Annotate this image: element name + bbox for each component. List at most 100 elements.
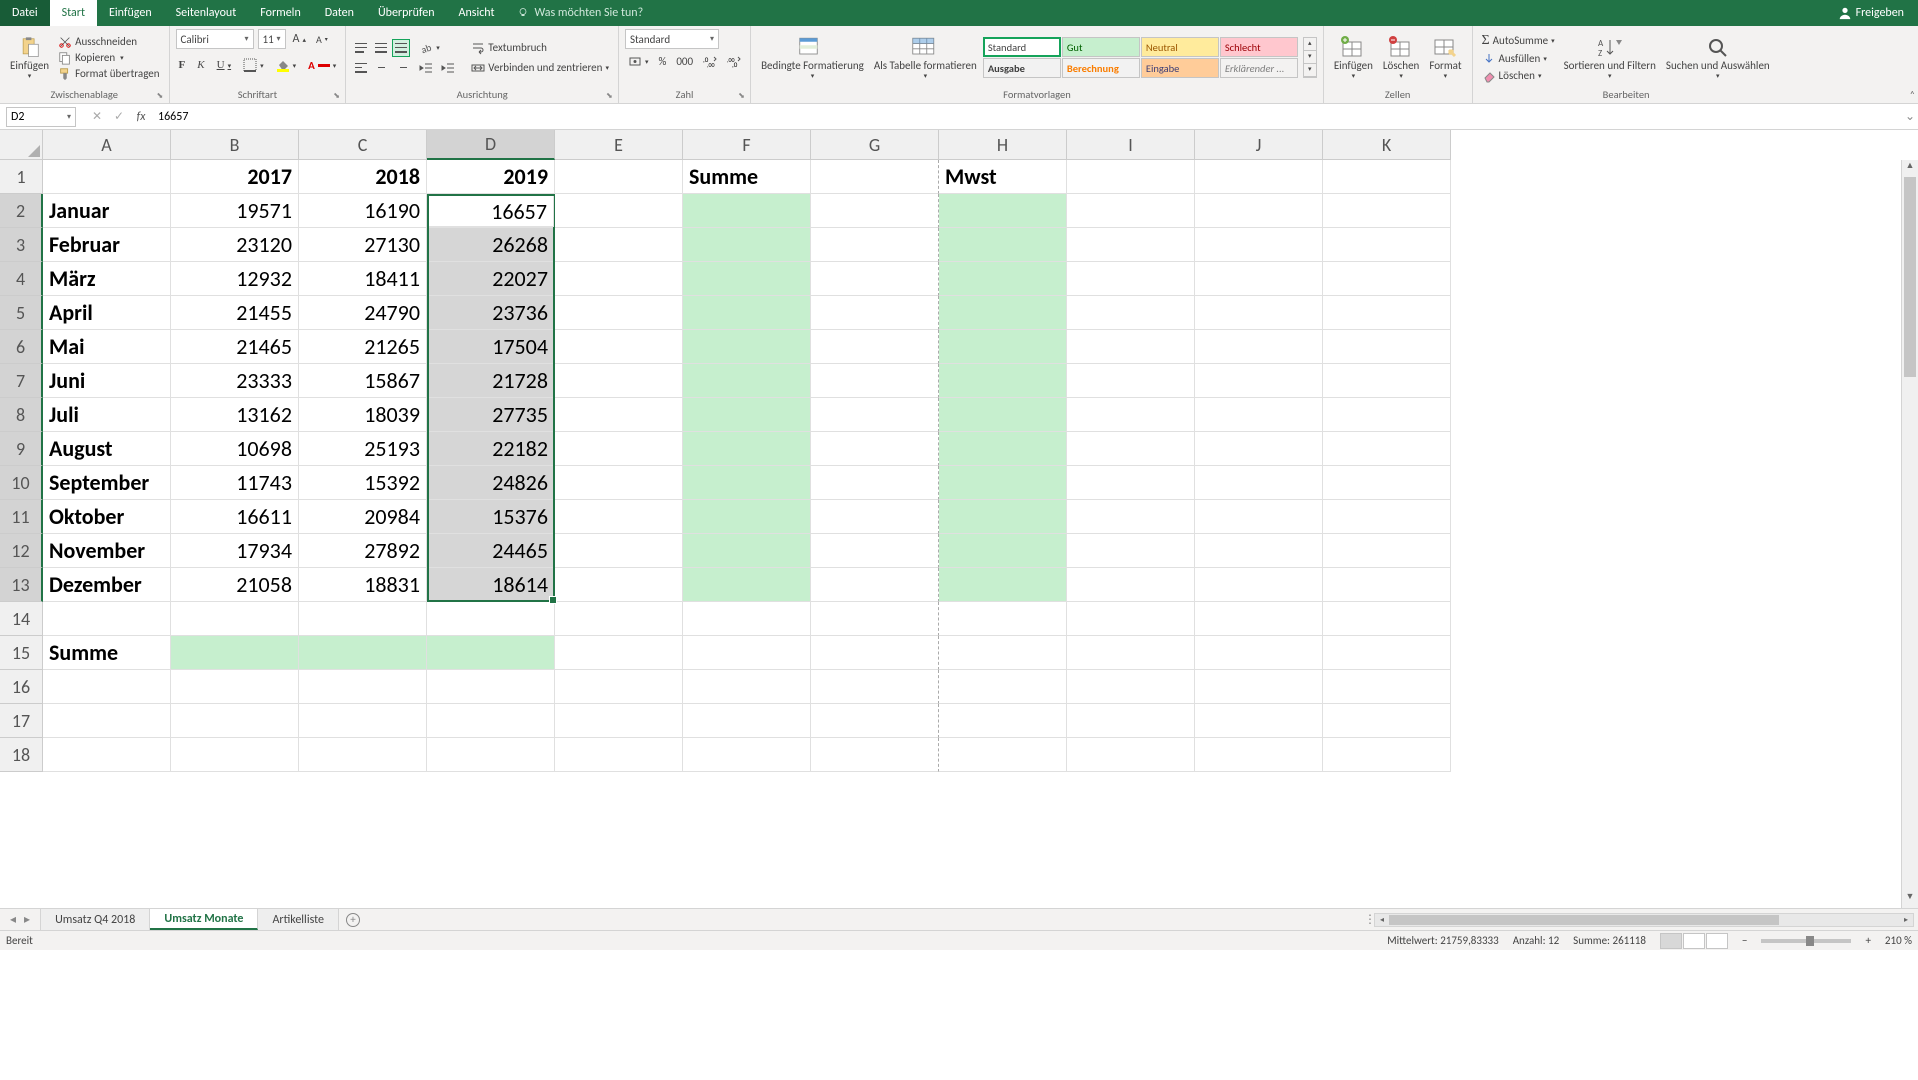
cells-area[interactable]: 201720182019SummeMwstJanuar1957116190166… — [43, 160, 1451, 772]
italic-button[interactable]: K — [194, 58, 207, 72]
column-header-F[interactable]: F — [683, 130, 811, 160]
cancel-formula-button[interactable]: ✕ — [86, 109, 108, 124]
cell[interactable] — [1067, 568, 1195, 602]
cell[interactable]: 23333 — [171, 364, 299, 398]
font-launcher[interactable]: ⬊ — [333, 91, 343, 101]
cell[interactable] — [811, 670, 939, 704]
cell[interactable] — [939, 602, 1067, 636]
cell[interactable] — [555, 602, 683, 636]
cell[interactable] — [1067, 364, 1195, 398]
cell[interactable] — [1323, 296, 1451, 330]
cell[interactable] — [683, 500, 811, 534]
row-header-13[interactable]: 13 — [0, 568, 43, 602]
cell[interactable] — [1323, 466, 1451, 500]
style-gut[interactable]: Gut — [1062, 37, 1140, 57]
row-header-2[interactable]: 2 — [0, 194, 43, 228]
cell[interactable] — [1067, 194, 1195, 228]
cell[interactable]: 24790 — [299, 296, 427, 330]
find-select-button[interactable]: Suchen und Auswählen▾ — [1662, 34, 1774, 82]
cell[interactable]: September — [43, 466, 171, 500]
cell[interactable] — [1067, 704, 1195, 738]
cell[interactable] — [683, 704, 811, 738]
decrease-font-button[interactable]: A▾ — [313, 29, 331, 49]
row-header-1[interactable]: 1 — [0, 160, 43, 194]
cell[interactable] — [1195, 704, 1323, 738]
cell[interactable] — [555, 738, 683, 772]
cell[interactable] — [811, 330, 939, 364]
cell[interactable] — [1067, 398, 1195, 432]
row-header-18[interactable]: 18 — [0, 738, 43, 772]
number-format-combo[interactable]: Standard▾ — [625, 29, 719, 49]
align-middle-button[interactable] — [372, 39, 390, 57]
tellme-search[interactable]: Was möchten Sie tun? — [517, 6, 644, 20]
cut-button[interactable]: Ausschneiden — [55, 34, 162, 50]
fill-color-button[interactable]: ▾ — [273, 57, 300, 73]
column-header-H[interactable]: H — [939, 130, 1067, 160]
cell[interactable] — [939, 466, 1067, 500]
cell[interactable]: 18831 — [299, 568, 427, 602]
number-launcher[interactable]: ⬊ — [738, 91, 748, 101]
cell[interactable] — [1323, 704, 1451, 738]
style-erklarend[interactable]: Erklärender ... — [1220, 58, 1298, 78]
style-gallery-more[interactable]: ▴▾▾ — [1303, 37, 1317, 78]
cell[interactable]: 22182 — [427, 432, 555, 466]
cell[interactable]: Februar — [43, 228, 171, 262]
cell[interactable] — [1323, 670, 1451, 704]
cell[interactable] — [1323, 534, 1451, 568]
tab-daten[interactable]: Daten — [313, 0, 366, 26]
cell[interactable] — [1195, 534, 1323, 568]
format-as-table-button[interactable]: Als Tabelle formatieren▾ — [870, 34, 981, 82]
cell[interactable]: 12932 — [171, 262, 299, 296]
cell[interactable]: Januar — [43, 194, 171, 228]
column-header-B[interactable]: B — [171, 130, 299, 160]
accept-formula-button[interactable]: ✓ — [108, 109, 130, 124]
cell[interactable] — [1195, 432, 1323, 466]
cell[interactable]: Dezember — [43, 568, 171, 602]
cell[interactable]: 10698 — [171, 432, 299, 466]
cell[interactable]: 26268 — [427, 228, 555, 262]
cell[interactable] — [939, 432, 1067, 466]
font-name-combo[interactable]: Calibri▾ — [176, 29, 254, 49]
cell[interactable] — [811, 432, 939, 466]
cell[interactable] — [555, 194, 683, 228]
column-header-D[interactable]: D — [427, 130, 555, 160]
copy-button[interactable]: Kopieren▾ — [55, 50, 162, 66]
clear-button[interactable]: Löschen▾ — [1479, 68, 1558, 84]
cell[interactable] — [43, 704, 171, 738]
cell[interactable] — [683, 398, 811, 432]
zoom-value[interactable]: 210 % — [1885, 934, 1912, 947]
hscroll-thumb[interactable] — [1389, 915, 1779, 925]
cell[interactable] — [811, 466, 939, 500]
cell[interactable] — [1067, 262, 1195, 296]
font-size-combo[interactable]: 11▾ — [258, 29, 286, 49]
cell[interactable] — [683, 466, 811, 500]
cell[interactable] — [811, 262, 939, 296]
column-header-A[interactable]: A — [43, 130, 171, 160]
cell[interactable]: August — [43, 432, 171, 466]
decrease-decimal-button[interactable]: ,00,0 — [724, 53, 744, 69]
cell[interactable]: 15376 — [427, 500, 555, 534]
cell[interactable] — [299, 704, 427, 738]
borders-button[interactable]: ▾ — [240, 57, 267, 73]
row-header-9[interactable]: 9 — [0, 432, 43, 466]
increase-indent-button[interactable] — [438, 60, 458, 76]
tab-einfuegen[interactable]: Einfügen — [97, 0, 164, 26]
cell[interactable] — [683, 330, 811, 364]
row-header-12[interactable]: 12 — [0, 534, 43, 568]
cell[interactable] — [555, 534, 683, 568]
cell[interactable] — [299, 738, 427, 772]
scroll-up-button[interactable]: ▲ — [1902, 160, 1918, 177]
cell[interactable]: 2017 — [171, 160, 299, 194]
cell[interactable] — [683, 364, 811, 398]
cell[interactable]: November — [43, 534, 171, 568]
cell[interactable] — [1067, 432, 1195, 466]
cell[interactable]: 15867 — [299, 364, 427, 398]
sheet-nav-prev-icon[interactable]: ◂ — [10, 912, 16, 927]
row-header-14[interactable]: 14 — [0, 602, 43, 636]
cell[interactable] — [683, 228, 811, 262]
cell[interactable]: 18614 — [427, 568, 555, 602]
sheet-split-handle[interactable]: ⋮ — [1364, 912, 1374, 927]
cell[interactable] — [1323, 568, 1451, 602]
cell[interactable]: 13162 — [171, 398, 299, 432]
cell[interactable]: Mwst — [939, 160, 1067, 194]
